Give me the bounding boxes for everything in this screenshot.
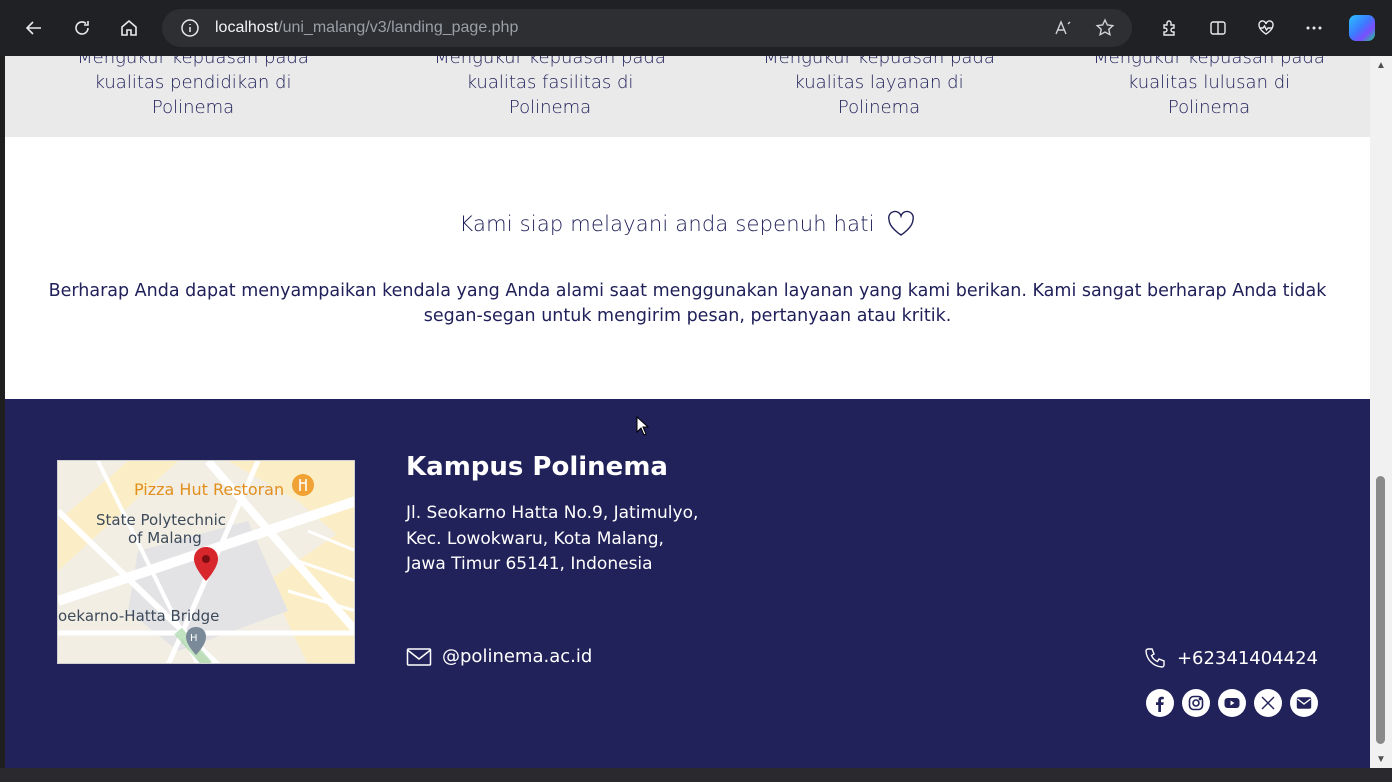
feature-service-text: Mengukur kepuasan pada kualitas layanan … (763, 56, 995, 118)
campus-map[interactable]: H Pizza Hut Restoran State Polytechnic o… (57, 460, 355, 664)
social-links (1146, 689, 1318, 717)
page-viewport: Mengukur kepuasan pada kualitas pendidik… (5, 56, 1370, 768)
window-bottom-edge (0, 768, 1392, 782)
phone-text[interactable]: +62341404424 (1177, 648, 1318, 669)
url-text[interactable]: localhost/uni_malang/v3/landing_page.php (215, 19, 518, 37)
back-button[interactable] (14, 8, 54, 48)
split-screen-icon (1210, 21, 1226, 35)
address-line-1: Jl. Seokarno Hatta No.9, Jatimulyo, (406, 503, 699, 523)
back-arrow-icon (25, 21, 41, 35)
campus-address: Jl. Seokarno Hatta No.9, Jatimulyo, Kec.… (406, 501, 698, 578)
read-aloud-icon (1055, 20, 1071, 35)
footer: H Pizza Hut Restoran State Polytechnic o… (5, 399, 1370, 768)
site-info-icon[interactable] (178, 16, 202, 40)
envelope-icon (406, 647, 432, 666)
address-line-3: Jawa Timur 65141, Indonesia (406, 554, 653, 574)
vertical-scrollbar[interactable]: ▲ ▼ (1370, 56, 1392, 768)
map-label-campus-line2: of Malang (128, 529, 202, 547)
browser-essentials-button[interactable] (1246, 8, 1286, 48)
address-bar[interactable]: localhost/uni_malang/v3/landing_page.php (162, 9, 1132, 47)
phone-icon (1145, 648, 1165, 668)
more-menu-button[interactable] (1294, 8, 1334, 48)
favorite-button[interactable] (1088, 11, 1122, 45)
description-text: Berharap Anda dapat menyampaikan kendala… (48, 281, 1327, 326)
email-contact[interactable]: @polinema.ac.id (406, 646, 592, 667)
mouse-cursor-icon (636, 416, 650, 436)
campus-title: Kampus Polinema (406, 452, 668, 482)
map-label-bridge: oekarno-Hatta Bridge (58, 607, 219, 625)
address-line-2: Kec. Lowokwaru, Kota Malang, (406, 528, 664, 549)
extensions-button[interactable] (1150, 8, 1190, 48)
tagline-text: Kami siap melayani anda sepenuh hati (459, 212, 875, 236)
features-band: Mengukur kepuasan pada kualitas pendidik… (5, 56, 1370, 137)
x-icon[interactable] (1254, 689, 1282, 717)
scroll-up-arrow-icon[interactable]: ▲ (1370, 56, 1392, 74)
youtube-icon[interactable] (1218, 689, 1246, 717)
reload-icon (75, 21, 89, 35)
copilot-icon (1349, 15, 1375, 41)
more-dots-icon (1306, 26, 1322, 30)
puzzle-icon (1163, 20, 1175, 36)
read-aloud-button[interactable] (1046, 11, 1080, 45)
instagram-icon[interactable] (1182, 689, 1210, 717)
scroll-down-arrow-icon[interactable]: ▼ (1370, 750, 1392, 768)
star-icon (1095, 18, 1115, 37)
url-path: /uni_malang/v3/landing_page.php (278, 19, 519, 36)
phone-contact[interactable]: +62341404424 (1143, 646, 1318, 670)
split-screen-button[interactable] (1198, 8, 1238, 48)
heart-icon (887, 210, 914, 236)
feature-facilities-text: Mengukur kepuasan pada kualitas fasilita… (434, 56, 666, 118)
feature-education-text: Mengukur kepuasan pada kualitas pendidik… (77, 56, 309, 118)
email-text[interactable]: @polinema.ac.id (442, 646, 592, 667)
feature-graduates-text: Mengukur kepuasan pada kualitas lulusan … (1093, 56, 1325, 118)
url-host: localhost (215, 19, 279, 36)
home-icon (121, 19, 137, 36)
heartbeat-icon (1258, 20, 1274, 35)
scrollbar-thumb[interactable] (1376, 476, 1385, 744)
browser-toolbar: localhost/uni_malang/v3/landing_page.php (0, 0, 1392, 56)
reload-button[interactable] (62, 8, 102, 48)
facebook-icon[interactable] (1146, 689, 1174, 717)
map-label-campus-line1: State Polytechnic (96, 511, 226, 529)
copilot-button[interactable] (1342, 8, 1382, 48)
map-label-restaurant: Pizza Hut Restoran (134, 480, 284, 499)
svg-text:H: H (190, 633, 198, 644)
mail-icon[interactable] (1290, 689, 1318, 717)
home-button[interactable] (109, 8, 149, 48)
tagline: Kami siap melayani anda sepenuh hati (5, 210, 1370, 238)
